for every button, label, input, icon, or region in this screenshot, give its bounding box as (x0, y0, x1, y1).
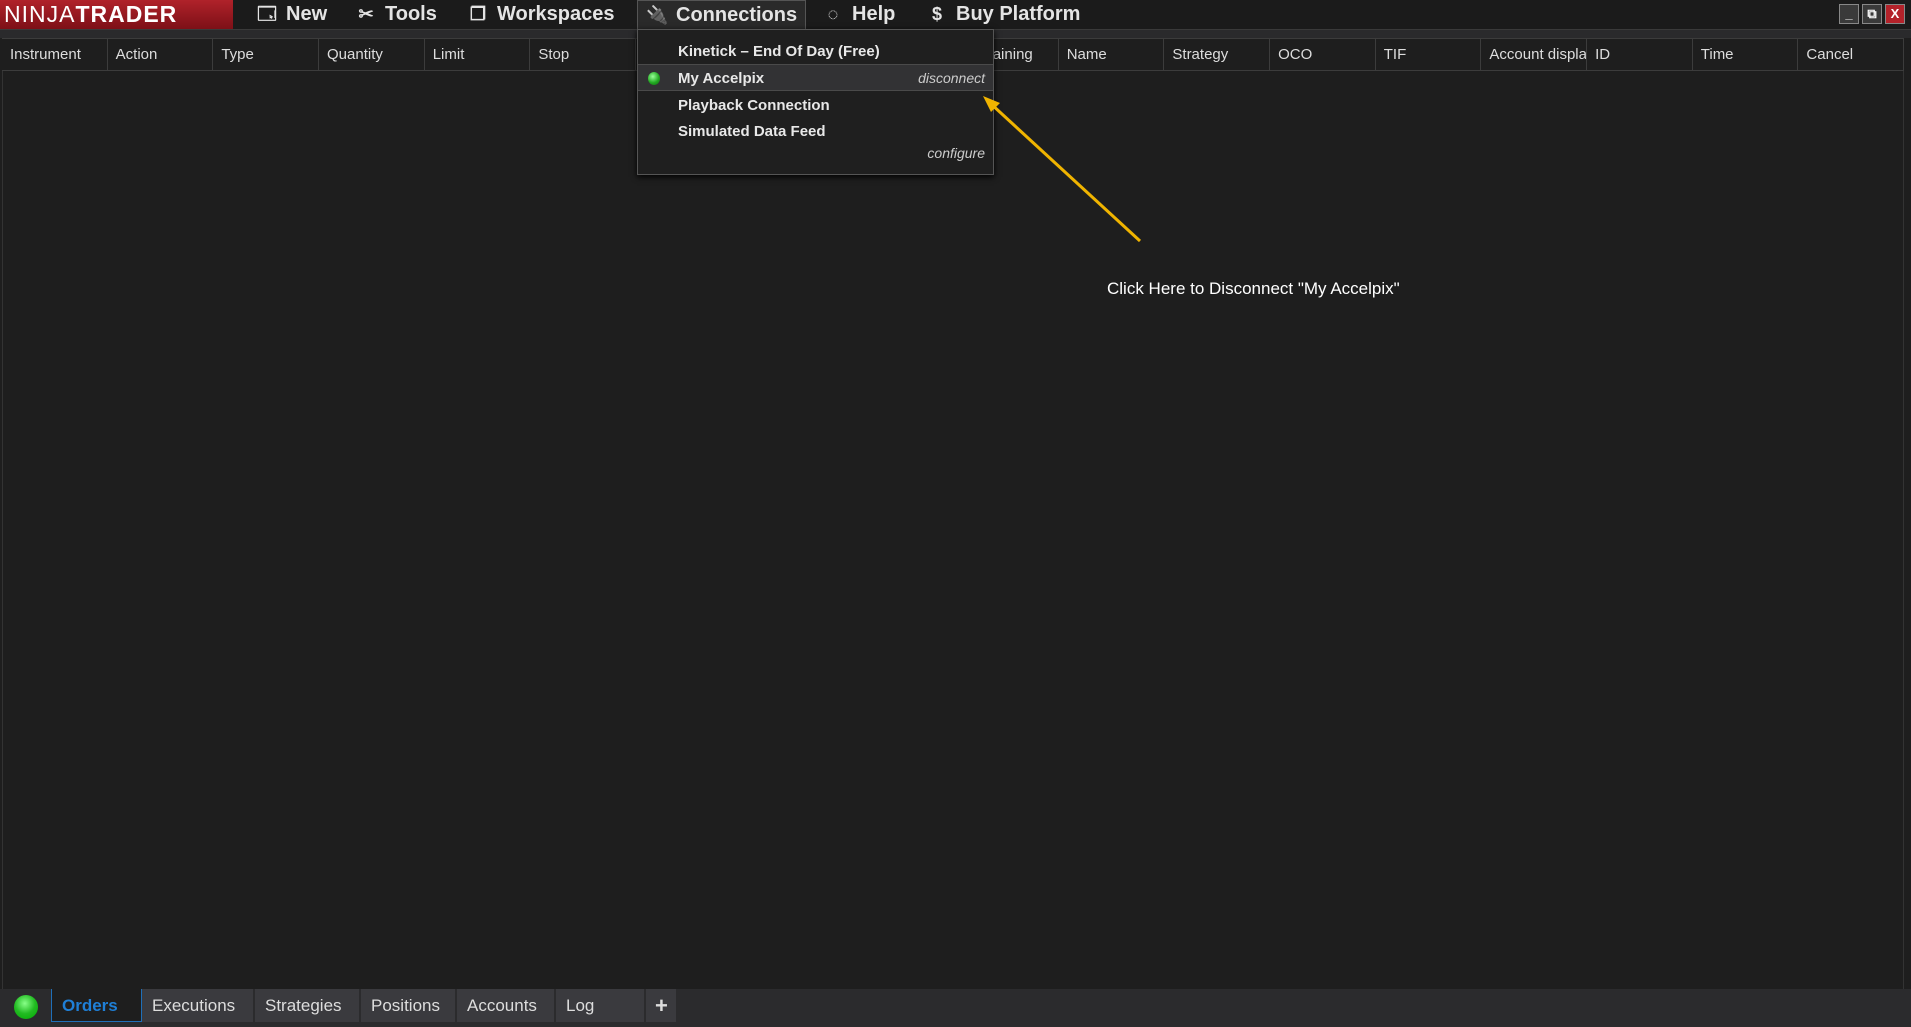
restore-button[interactable]: ⧉ (1862, 4, 1882, 24)
tab-accounts[interactable]: Accounts (457, 989, 556, 1022)
tab-log[interactable]: Log (556, 989, 646, 1022)
column-header[interactable]: Name (1059, 39, 1165, 70)
column-header[interactable]: Strategy (1164, 39, 1271, 70)
tab-positions[interactable]: Positions (361, 989, 457, 1022)
minimize-button[interactable]: _ (1839, 4, 1859, 24)
help-lifebuoy-icon: ◌ (827, 4, 839, 24)
menu-connections-label: Connections (676, 4, 798, 26)
menu-buy-label: Buy Platform (956, 3, 1081, 25)
column-header[interactable]: Instrument (2, 39, 108, 70)
bottom-tab-bar: Orders Executions Strategies Positions A… (0, 989, 1911, 1027)
column-header[interactable]: Type (213, 39, 320, 70)
workspaces-icon: ❐ (469, 4, 487, 24)
column-header[interactable]: Quantity (319, 39, 425, 70)
menu-connections[interactable]: 🔌 Connections (637, 0, 807, 30)
menu-tools-label: Tools (385, 3, 437, 25)
column-header[interactable]: Limit (425, 39, 531, 70)
connection-status-icon (14, 995, 38, 1019)
plug-icon: 🔌 (646, 5, 669, 25)
connections-dropdown: Kinetick – End Of Day (Free) My Accelpix… (637, 29, 994, 175)
dollar-icon: $ (931, 4, 942, 24)
menu-bar: NINJATRADER 🗔 New ✂ Tools ❐ Workspaces 🔌 Con… (0, 0, 1911, 30)
disconnect-link[interactable]: disconnect (918, 65, 985, 92)
column-header[interactable]: OCO (1270, 39, 1376, 70)
tab-executions[interactable]: Executions (142, 989, 255, 1022)
connected-status-icon (648, 72, 660, 85)
connection-playback[interactable]: Playback Connection (638, 92, 993, 119)
column-header[interactable]: Cancel (1798, 39, 1905, 70)
connection-my-accelpix[interactable]: My Accelpix disconnect (638, 64, 993, 91)
close-button[interactable]: X (1885, 4, 1905, 24)
column-header[interactable]: Stop (530, 39, 637, 70)
tab-strategies[interactable]: Strategies (255, 989, 361, 1022)
menu-new[interactable]: 🗔 New (256, 0, 327, 29)
menu-new-label: New (286, 3, 328, 25)
tools-icon: ✂ (358, 4, 374, 24)
ninjatrader-logo: NINJATRADER (0, 0, 233, 29)
column-header[interactable]: Action (108, 39, 214, 70)
column-header[interactable]: TIF (1376, 39, 1482, 70)
column-header[interactable]: Time (1693, 39, 1799, 70)
annotation-text: Click Here to Disconnect "My Accelpix" (1107, 279, 1400, 298)
new-window-icon: 🗔 (257, 4, 277, 24)
connection-label: My Accelpix (678, 70, 765, 87)
tab-orders[interactable]: Orders (51, 989, 142, 1022)
menu-help-label: Help (852, 3, 896, 25)
menu-workspaces[interactable]: ❐ Workspaces (467, 0, 615, 29)
column-header[interactable]: Account displa (1481, 39, 1588, 70)
menu-help[interactable]: ◌ Help (822, 0, 896, 29)
configure-link[interactable]: configure (927, 145, 985, 161)
column-header[interactable]: ID (1587, 39, 1693, 70)
add-tab-button[interactable]: + (646, 989, 678, 1022)
orders-grid-body (2, 71, 1904, 989)
menu-tools[interactable]: ✂ Tools (355, 0, 437, 29)
connection-simulated-data-feed[interactable]: Simulated Data Feed (638, 118, 993, 145)
menu-buy-platform[interactable]: $ Buy Platform (926, 0, 1080, 29)
connection-label: Playback Connection (678, 97, 830, 114)
menu-workspaces-label: Workspaces (497, 3, 615, 25)
connection-kinetick[interactable]: Kinetick – End Of Day (Free) (638, 38, 993, 65)
connection-label: Kinetick – End Of Day (Free) (678, 43, 880, 60)
connection-label: Simulated Data Feed (678, 123, 826, 140)
